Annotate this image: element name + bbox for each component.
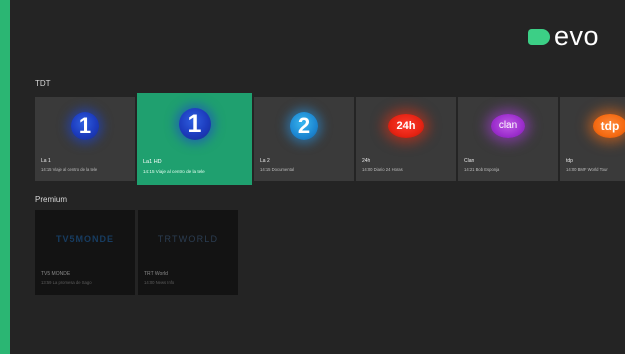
channel-card-clan[interactable]: clan Clan 14:21 Bob Esponja <box>458 97 558 181</box>
channel-card-trtworld[interactable]: TRTWORLD TRT World 14:00 News Info <box>138 210 238 295</box>
channel-program: 14:21 Bob Esponja <box>464 167 500 172</box>
clan-logo-icon: clan <box>491 113 525 138</box>
channel-logo: clan <box>458 97 558 154</box>
channel-program: 13:59 La promesa de Sago <box>41 280 92 285</box>
channel-name: La 1 <box>41 158 51 164</box>
channel-logo: TV5MONDE <box>35 210 135 267</box>
channel-logo: 1 <box>35 97 135 154</box>
channel-logo: 24h <box>356 97 456 154</box>
channel-logo: 2 <box>254 97 354 154</box>
tdp-logo-icon: tdp <box>593 113 625 138</box>
accent-bar <box>0 0 10 354</box>
tv5monde-logo: TV5MONDE <box>55 233 114 244</box>
section-title-tdt: TDT <box>35 79 51 88</box>
channel-row-premium: TV5MONDE TV5 MONDE 13:59 La promesa de S… <box>35 210 238 295</box>
section-title-premium: Premium <box>35 195 68 204</box>
channel-name: Clan <box>464 158 475 164</box>
24h-logo-icon: 24h <box>388 113 424 138</box>
channel-name: La 2 <box>260 158 270 164</box>
channel-program: 14:15 Viaje al centro de la tele <box>41 167 98 172</box>
la2-logo-icon: 2 <box>290 111 318 140</box>
channel-card-la2[interactable]: 2 La 2 14:15 Documental <box>254 97 354 181</box>
channel-card-tdp[interactable]: tdp tdp 14:00 BMF World Tour <box>560 97 625 181</box>
channel-name: La1 HD <box>143 159 162 165</box>
channel-card-la1-hd[interactable]: 1 La1 HD 14:15 Viaje al centro de la tel… <box>137 93 252 185</box>
channel-card-24h[interactable]: 24h 24h 14:00 Diario 24 Horas <box>356 97 456 181</box>
trtworld-logo: TRTWORLD <box>157 233 219 244</box>
tv-guide-screen: evo TDT 1 La 1 14:15 Viaje al centro de … <box>10 0 625 354</box>
channel-card-la1[interactable]: 1 La 1 14:15 Viaje al centro de la tele <box>35 97 135 181</box>
channel-program: 14:15 Documental <box>260 167 294 172</box>
evo-logo-icon <box>527 28 550 45</box>
channel-name: TRT World <box>144 271 168 277</box>
channel-name: 24h <box>362 158 371 164</box>
channel-card-tv5monde[interactable]: TV5MONDE TV5 MONDE 13:59 La promesa de S… <box>35 210 135 295</box>
channel-logo: 1 <box>137 93 252 155</box>
evo-logo-text: evo <box>553 21 599 51</box>
channel-row-tdt: 1 La 1 14:15 Viaje al centro de la tele … <box>35 93 625 185</box>
channel-program: 14:15 Viaje al centro de la tele <box>143 169 205 174</box>
la1-logo-icon: 1 <box>71 111 99 140</box>
channel-name: tdp <box>566 158 573 164</box>
la1-hd-logo-icon: 1 <box>178 108 211 140</box>
channel-program: 14:00 Diario 24 Horas <box>362 167 403 172</box>
channel-logo: tdp <box>560 97 625 154</box>
channel-logo: TRTWORLD <box>138 210 238 267</box>
channel-name: TV5 MONDE <box>41 271 71 277</box>
channel-program: 14:00 News Info <box>144 280 175 285</box>
channel-program: 14:00 BMF World Tour <box>566 167 608 172</box>
evo-logo: evo <box>527 21 599 51</box>
